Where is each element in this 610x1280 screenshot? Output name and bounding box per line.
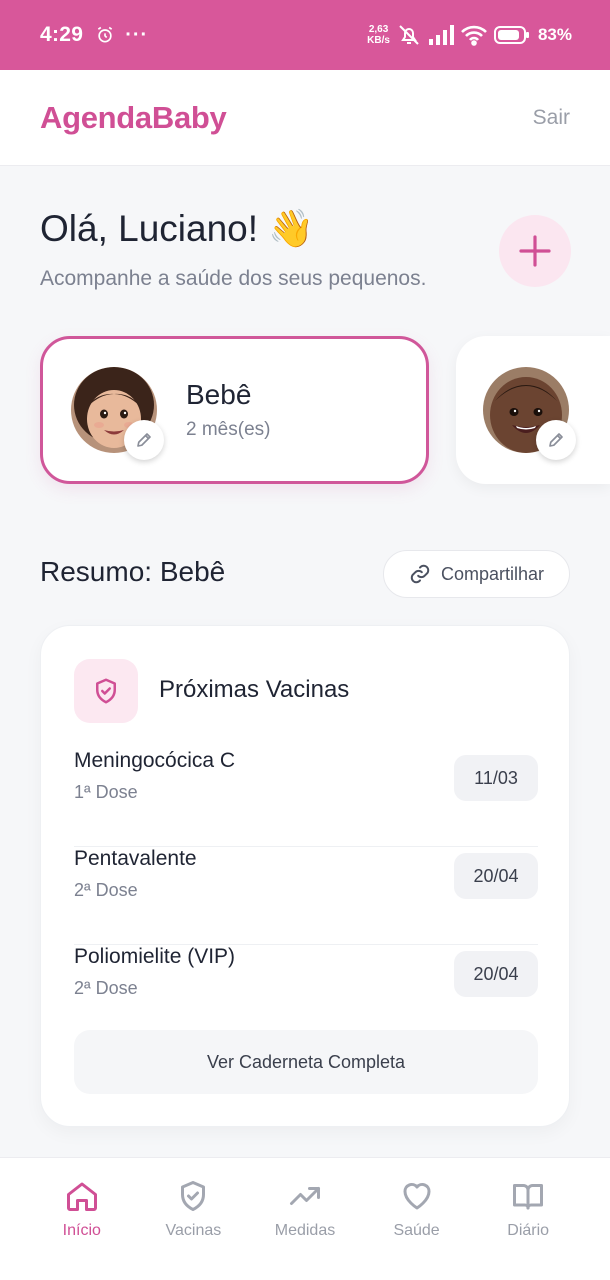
vaccine-name: Meningocócica C [74, 749, 236, 772]
vaccine-dose: 2ª Dose [74, 978, 138, 998]
baby-avatar-wrap [483, 367, 576, 460]
nav-label: Medidas [274, 1222, 336, 1239]
vaccine-date-badge: 11/03 [454, 755, 538, 801]
status-more-dots: ··· [125, 23, 149, 46]
logout-button[interactable]: Sair [533, 106, 570, 130]
vaccine-name: Pentavalente [74, 847, 197, 870]
vaccine-row[interactable]: Pentavalente 2ª Dose 20/04 [74, 847, 538, 945]
share-button[interactable]: Compartilhar [383, 550, 570, 598]
baby-info: Bebê 2 mês(es) [186, 379, 270, 441]
edit-baby-button[interactable] [124, 420, 164, 460]
baby-card-selected[interactable]: Bebê 2 mês(es) [40, 336, 429, 484]
view-full-booklet-button[interactable]: Ver Caderneta Completa [74, 1030, 538, 1094]
summary-title: Resumo: Bebê [40, 556, 226, 587]
status-bar: 4:29 ··· 2,63 KB/s 83% [0, 0, 610, 70]
baby-avatar-wrap [71, 367, 164, 460]
nav-label: Saúde [393, 1222, 440, 1239]
vaccine-date-badge: 20/04 [454, 951, 538, 997]
nav-label: Início [62, 1222, 101, 1239]
app-header: AgendaBaby Sair [0, 70, 610, 166]
network-speed: 2,63 KB/s [367, 24, 390, 46]
edit-baby-button[interactable] [536, 420, 576, 460]
nav-item-vacinas[interactable]: Vacinas [138, 1178, 248, 1280]
signal-icon [428, 25, 454, 45]
add-baby-button[interactable] [499, 215, 571, 287]
vaccine-dose: 1ª Dose [74, 782, 138, 802]
plus-icon [519, 235, 551, 267]
baby-card[interactable] [456, 336, 610, 484]
shield-check-icon [181, 1181, 206, 1211]
vaccines-card-title: Próximas Vacinas [159, 676, 350, 703]
nav-item-medidas[interactable]: Medidas [250, 1178, 360, 1280]
baby-age: 2 mês(es) [186, 419, 271, 440]
greeting-subtitle: Acompanhe a saúde dos seus pequenos. [40, 267, 427, 290]
status-time: 4:29 [40, 23, 84, 46]
vaccine-name: Poliomielite (VIP) [74, 945, 236, 968]
alarm-icon [98, 26, 113, 43]
baby-name: Bebê [186, 379, 252, 410]
greeting-title: Olá, Luciano! 👋 [40, 208, 315, 249]
vaccine-row[interactable]: Poliomielite (VIP) 2ª Dose 20/04 [74, 945, 538, 1043]
trending-up-icon [289, 1187, 320, 1205]
bottom-navigation: Início Vacinas Medidas Saúde Diário [0, 1157, 610, 1280]
book-icon [513, 1184, 544, 1210]
network-speed-value: 2,63 [368, 24, 389, 35]
vaccine-date-badge: 20/04 [454, 853, 538, 899]
home-icon [66, 1182, 97, 1211]
app-logo: AgendaBaby [40, 99, 227, 135]
nav-label: Diário [507, 1222, 550, 1239]
link-icon [410, 564, 430, 584]
upcoming-vaccines-card: Próximas Vacinas Meningocócica C 1ª Dose… [40, 625, 570, 1127]
pencil-icon [549, 433, 563, 447]
nav-label: Vacinas [165, 1222, 222, 1239]
mute-bell-icon [399, 25, 419, 45]
nav-item-saude[interactable]: Saúde [362, 1178, 472, 1280]
network-speed-unit: KB/s [367, 35, 390, 46]
share-label: Compartilhar [440, 563, 545, 584]
nav-item-inicio[interactable]: Início [27, 1178, 137, 1280]
pencil-icon [137, 433, 151, 447]
vaccine-card-icon-wrap [74, 659, 138, 723]
vaccine-row[interactable]: Meningocócica C 1ª Dose 11/03 [74, 749, 538, 847]
heart-icon [403, 1183, 431, 1210]
vaccine-dose: 2ª Dose [74, 880, 138, 900]
nav-item-diario[interactable]: Diário [473, 1178, 583, 1280]
wifi-icon [461, 25, 487, 46]
shield-check-icon [96, 678, 116, 704]
battery-icon [493, 26, 529, 44]
battery-percent: 83% [537, 25, 572, 44]
